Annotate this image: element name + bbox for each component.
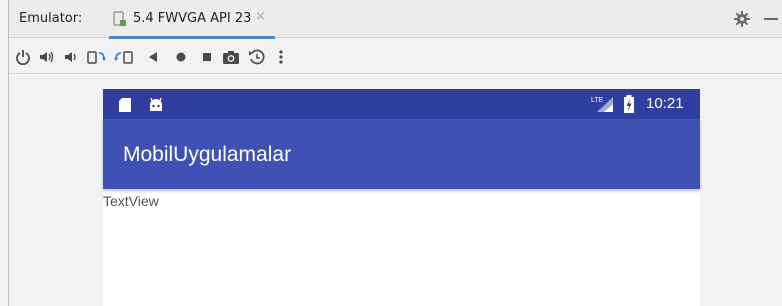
status-bar: LTE 10:21 bbox=[103, 89, 700, 119]
emulator-viewport: LTE 10:21 MobilUygulamalar TextView bbox=[9, 75, 782, 306]
tab-device[interactable]: 5.4 FWVGA API 23 × bbox=[109, 0, 275, 39]
close-icon[interactable]: × bbox=[255, 9, 266, 24]
back-icon[interactable] bbox=[143, 47, 163, 67]
status-clock: 10:21 bbox=[646, 95, 684, 112]
tab-label: 5.4 FWVGA API 23 bbox=[133, 11, 252, 26]
volume-up-icon[interactable] bbox=[37, 47, 57, 67]
emulator-panel: Emulator: 5.4 FWVGA API 23 × LTE 10:21 M… bbox=[8, 0, 782, 306]
device-icon bbox=[113, 11, 127, 27]
battery-icon bbox=[623, 95, 635, 117]
text-view: TextView bbox=[103, 193, 159, 209]
more-icon[interactable] bbox=[271, 47, 291, 67]
sd-card-icon bbox=[119, 97, 131, 116]
app-title: MobilUygulamalar bbox=[123, 143, 292, 166]
rotate-right-icon[interactable] bbox=[113, 47, 133, 67]
volume-down-icon[interactable] bbox=[61, 47, 81, 67]
network-type: LTE bbox=[591, 97, 604, 104]
device-screen[interactable]: LTE 10:21 MobilUygulamalar TextView bbox=[103, 89, 700, 306]
overview-icon[interactable] bbox=[197, 47, 217, 67]
rotate-left-icon[interactable] bbox=[87, 47, 107, 67]
emulator-tabbar: Emulator: 5.4 FWVGA API 23 × bbox=[9, 0, 782, 39]
panel-title: Emulator: bbox=[19, 11, 83, 26]
emulator-toolbar bbox=[9, 40, 782, 74]
android-icon bbox=[149, 97, 163, 116]
app-bar: MobilUygulamalar bbox=[103, 119, 700, 189]
signal-icon: LTE bbox=[591, 95, 615, 117]
screenshot-icon[interactable] bbox=[221, 47, 241, 67]
tab-active-indicator bbox=[109, 36, 275, 39]
home-icon[interactable] bbox=[171, 47, 191, 67]
gear-icon[interactable] bbox=[733, 10, 751, 28]
power-icon[interactable] bbox=[13, 47, 33, 67]
zoom-icon[interactable] bbox=[247, 47, 267, 67]
minimize-icon[interactable] bbox=[764, 18, 778, 20]
